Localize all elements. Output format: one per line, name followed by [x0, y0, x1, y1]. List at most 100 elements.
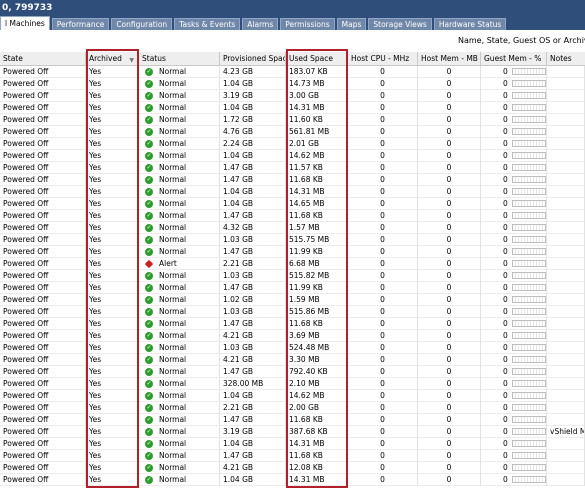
tab-8[interactable]: Hardware Status	[433, 18, 507, 30]
check-icon: ✓	[145, 416, 153, 424]
table-row[interactable]: Powered Off Yes ✓ Normal 4.76 GB 561.81 MB 0 0 0	[0, 126, 585, 138]
table-row[interactable]: Powered Off Yes ✓ Normal 4.21 GB 3.69 MB 0 0 0	[0, 330, 585, 342]
column-header-notes[interactable]: Notes	[547, 52, 585, 65]
table-row[interactable]: Powered Off Yes ✓ Normal 1.47 GB 11.57 KB 0 0 0	[0, 162, 585, 174]
cell-status: ✓ Normal	[139, 162, 220, 174]
status-text: Normal	[159, 103, 187, 112]
table-row[interactable]: Powered Off Yes ✓ Normal 1.72 GB 11.60 KB 0 0 0	[0, 114, 585, 126]
table-row[interactable]: Powered Off Yes ✓ Normal 1.47 GB 11.99 KB 0 0 0	[0, 282, 585, 294]
tab-3[interactable]: Tasks & Events	[174, 18, 241, 30]
status-text: Alert	[159, 259, 177, 268]
cell-state: Powered Off	[0, 462, 86, 474]
status-text: Normal	[159, 235, 187, 244]
table-row[interactable]: Powered Off Yes ✓ Normal 2.24 GB 2.01 GB 0 0 0	[0, 138, 585, 150]
cell-state: Powered Off	[0, 366, 86, 378]
table-row[interactable]: Powered Off Yes ✓ Normal 1.03 GB 515.82 MB 0 0 0	[0, 270, 585, 282]
check-icon: ✓	[145, 116, 153, 124]
table-row[interactable]: Powered Off Yes ✓ Normal 328.00 MB 2.10 MB 0 0 0	[0, 378, 585, 390]
cell-guestmem: 0	[481, 426, 547, 438]
cell-used: 3.30 MB	[286, 354, 348, 366]
check-icon: ✓	[145, 164, 153, 172]
table-row[interactable]: Powered Off Yes ✓ Normal 1.03 GB 515.86 MB 0 0 0	[0, 306, 585, 318]
column-header-status[interactable]: Status	[139, 52, 220, 65]
tab-5[interactable]: Permissions	[280, 18, 335, 30]
cell-notes	[547, 270, 585, 282]
table-row[interactable]: Powered Off Yes ✓ Normal 1.47 GB 11.68 KB 0 0 0	[0, 450, 585, 462]
column-header-archived[interactable]: Archived ▼	[86, 52, 139, 65]
table-row[interactable]: Powered Off Yes ✓ Normal 1.04 GB 14.31 MB 0 0 0	[0, 474, 585, 486]
cell-status: ✓ Normal	[139, 294, 220, 306]
cell-notes	[547, 282, 585, 294]
table-row[interactable]: Powered Off Yes ✓ Normal 4.21 GB 3.30 MB 0 0 0	[0, 354, 585, 366]
table-row[interactable]: Powered Off Yes ✓ Normal 1.47 GB 11.68 KB 0 0 0	[0, 210, 585, 222]
table-row[interactable]: Powered Off Yes ✓ Normal 1.02 GB 1.59 MB 0 0 0	[0, 294, 585, 306]
table-row[interactable]: Powered Off Yes ✓ Normal 4.23 GB 183.07 KB 0 0 0	[0, 66, 585, 78]
cell-notes	[547, 246, 585, 258]
column-header-used-space[interactable]: Used Space	[286, 52, 348, 65]
cell-hostcpu: 0	[348, 402, 418, 414]
table-row[interactable]: Powered Off Yes ✓ Normal 1.03 GB 515.75 MB 0 0 0	[0, 234, 585, 246]
cell-guestmem: 0	[481, 198, 547, 210]
cell-notes	[547, 66, 585, 78]
guest-mem-value: 0	[503, 283, 508, 292]
cell-hostcpu: 0	[348, 474, 418, 486]
cell-guestmem: 0	[481, 294, 547, 306]
cell-provisioned: 1.02 GB	[220, 294, 286, 306]
table-row[interactable]: Powered Off Yes ✓ Normal 2.21 GB 2.00 GB 0 0 0	[0, 402, 585, 414]
table-row[interactable]: Powered Off Yes ✓ Normal 1.47 GB 11.68 KB 0 0 0	[0, 414, 585, 426]
status-text: Normal	[159, 367, 187, 376]
table-row[interactable]: Powered Off Yes ✓ Normal 4.21 GB 12.08 KB 0 0 0	[0, 462, 585, 474]
status-text: Normal	[159, 355, 187, 364]
column-header-provisioned-space[interactable]: Provisioned Space	[220, 52, 286, 65]
table-row[interactable]: Powered Off Yes ✓ Normal 1.04 GB 14.31 MB 0 0 0	[0, 438, 585, 450]
table-row[interactable]: Powered Off Yes Alert 2.21 GB 6.68 MB 0 0 0	[0, 258, 585, 270]
column-header-guest-mem[interactable]: Guest Mem - %	[481, 52, 547, 65]
tab-7[interactable]: Storage Views	[368, 18, 432, 30]
table-row[interactable]: Powered Off Yes ✓ Normal 1.04 GB 14.31 MB 0 0 0	[0, 102, 585, 114]
check-icon: ✓	[145, 176, 153, 184]
tab-0[interactable]: l Machines	[0, 16, 50, 30]
cell-provisioned: 1.03 GB	[220, 234, 286, 246]
cell-hostmem: 0	[418, 150, 481, 162]
cell-state: Powered Off	[0, 222, 86, 234]
table-row[interactable]: Powered Off Yes ✓ Normal 1.47 GB 11.99 KB 0 0 0	[0, 246, 585, 258]
table-row[interactable]: Powered Off Yes ✓ Normal 1.04 GB 14.62 MB 0 0 0	[0, 390, 585, 402]
cell-guestmem: 0	[481, 318, 547, 330]
table-row[interactable]: Powered Off Yes ✓ Normal 1.47 GB 792.40 KB 0 0 0	[0, 366, 585, 378]
tab-1[interactable]: Performance	[51, 18, 110, 30]
column-header-host-cpu[interactable]: Host CPU - MHz	[348, 52, 418, 65]
tab-6[interactable]: Maps	[336, 18, 367, 30]
cell-notes	[547, 174, 585, 186]
table-row[interactable]: Powered Off Yes ✓ Normal 1.04 GB 14.65 MB 0 0 0	[0, 198, 585, 210]
cell-provisioned: 4.21 GB	[220, 330, 286, 342]
cell-hostmem: 0	[418, 330, 481, 342]
table-row[interactable]: Powered Off Yes ✓ Normal 1.04 GB 14.73 MB 0 0 0	[0, 78, 585, 90]
cell-guestmem: 0	[481, 366, 547, 378]
column-header-host-mem[interactable]: Host Mem - MB	[418, 52, 481, 65]
cell-state: Powered Off	[0, 186, 86, 198]
table-row[interactable]: Powered Off Yes ✓ Normal 1.47 GB 11.68 KB 0 0 0	[0, 174, 585, 186]
cell-status: ✓ Normal	[139, 138, 220, 150]
table-row[interactable]: Powered Off Yes ✓ Normal 1.03 GB 524.48 MB 0 0 0	[0, 342, 585, 354]
cell-status: ✓ Normal	[139, 402, 220, 414]
guest-mem-value: 0	[503, 163, 508, 172]
table-row[interactable]: Powered Off Yes ✓ Normal 3.19 GB 3.00 GB 0 0 0	[0, 90, 585, 102]
table-row[interactable]: Powered Off Yes ✓ Normal 3.19 GB 387.68 KB 0 0 0…	[0, 426, 585, 438]
cell-provisioned: 1.04 GB	[220, 150, 286, 162]
table-row[interactable]: Powered Off Yes ✓ Normal 4.32 GB 1.57 MB 0 0 0	[0, 222, 585, 234]
column-header-state-label: State	[3, 54, 23, 63]
cell-state: Powered Off	[0, 78, 86, 90]
cell-hostmem: 0	[418, 366, 481, 378]
table-row[interactable]: Powered Off Yes ✓ Normal 1.47 GB 11.68 KB 0 0 0	[0, 318, 585, 330]
table-row[interactable]: Powered Off Yes ✓ Normal 1.04 GB 14.62 MB 0 0 0	[0, 150, 585, 162]
status-text: Normal	[159, 343, 187, 352]
tab-4[interactable]: Alarms	[242, 18, 279, 30]
column-header-state[interactable]: State	[0, 52, 86, 65]
cell-hostcpu: 0	[348, 330, 418, 342]
tab-2[interactable]: Configuration	[111, 18, 173, 30]
status-text: Normal	[159, 379, 187, 388]
check-icon: ✓	[145, 212, 153, 220]
table-row[interactable]: Powered Off Yes ✓ Normal 1.04 GB 14.31 MB 0 0 0	[0, 186, 585, 198]
cell-used: 14.31 MB	[286, 102, 348, 114]
check-icon: ✓	[145, 200, 153, 208]
